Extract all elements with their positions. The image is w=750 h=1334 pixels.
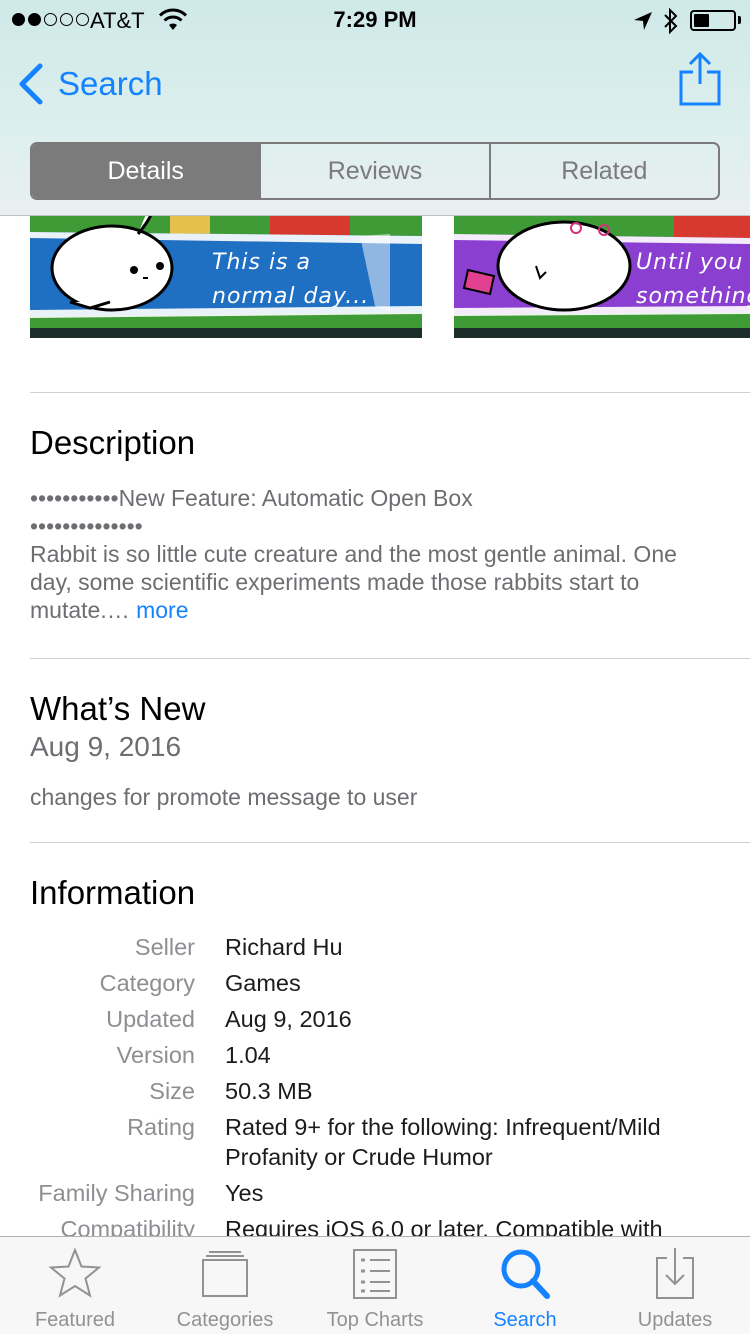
tab-bar: Featured Categories Top Charts Search Up…	[0, 1236, 750, 1334]
tab-search-label: Search	[493, 1309, 557, 1331]
whats-new-title: What’s New	[30, 690, 206, 727]
info-value: Richard Hu	[225, 934, 343, 960]
info-row-category: Category Games	[0, 968, 750, 998]
info-value: Yes	[225, 1180, 264, 1206]
description-body: Rabbit is so little cute creature and th…	[30, 541, 677, 623]
info-key: Seller	[134, 934, 195, 960]
description-line-2: ••••••••••••••	[30, 513, 143, 539]
divider	[30, 842, 750, 843]
tab-reviews[interactable]: Reviews	[259, 144, 488, 198]
info-row-size: Size 50.3 MB	[0, 1076, 750, 1106]
information-table: Seller Richard Hu Category Games Updated…	[0, 932, 750, 1250]
info-key: Version	[116, 1042, 195, 1068]
information-title: Information	[30, 874, 196, 911]
back-button[interactable]: Search	[14, 60, 163, 108]
description-title: Description	[30, 424, 196, 461]
info-key: Size	[149, 1078, 195, 1104]
star-icon	[48, 1247, 102, 1298]
bluetooth-icon	[664, 7, 678, 35]
divider	[30, 392, 750, 393]
whats-new-date: Aug 9, 2016	[30, 731, 182, 762]
more-link[interactable]: more	[136, 597, 188, 623]
back-button-label: Search	[58, 65, 163, 102]
description-line-1: •••••••••••New Feature: Automatic Open B…	[30, 485, 473, 511]
info-key: Family Sharing	[38, 1180, 195, 1206]
screenshot-gallery[interactable]: This is a normal day... Until you f some…	[0, 216, 750, 338]
share-icon[interactable]	[676, 50, 724, 108]
info-value: Rated 9+ for the following: Infrequent/M…	[225, 1114, 661, 1170]
info-key: Category	[99, 970, 195, 996]
tab-featured-label: Featured	[34, 1309, 116, 1331]
divider	[30, 658, 750, 659]
info-value: Games	[225, 970, 301, 996]
tab-top-charts-label: Top Charts	[326, 1309, 424, 1331]
battery-icon	[690, 10, 736, 31]
tab-updates-label: Updates	[637, 1309, 713, 1331]
screenshot-2-caption-line2: something	[636, 284, 750, 309]
tab-categories[interactable]: Categories	[150, 1237, 300, 1334]
tab-search[interactable]: Search	[450, 1237, 600, 1334]
description-text: •••••••••••New Feature: Automatic Open B…	[30, 484, 720, 624]
info-key: Updated	[106, 1006, 195, 1032]
tab-details[interactable]: Details	[32, 144, 260, 198]
info-value: 50.3 MB	[225, 1078, 313, 1104]
info-value: Aug 9, 2016	[225, 1006, 352, 1032]
search-icon	[501, 1249, 550, 1299]
info-key: Rating	[127, 1114, 195, 1140]
whats-new-text: changes for promote message to user	[30, 784, 418, 810]
screenshot-1-caption-line1: This is a	[212, 250, 311, 275]
tab-related[interactable]: Related	[488, 144, 718, 198]
info-row-version: Version 1.04	[0, 1040, 750, 1070]
chevron-left-icon	[19, 63, 43, 105]
tab-top-charts[interactable]: Top Charts	[300, 1237, 450, 1334]
screenshot-1-caption-line2: normal day...	[212, 284, 370, 309]
location-arrow-icon	[634, 12, 652, 30]
top-charts-icon	[353, 1249, 397, 1299]
segmented-control: Details Reviews Related	[30, 142, 720, 200]
info-row-updated: Updated Aug 9, 2016	[0, 1004, 750, 1034]
status-bar: AT&T 7:29 PM	[0, 0, 750, 40]
screenshot-2-caption-line1: Until you f	[636, 250, 750, 275]
tab-categories-label: Categories	[176, 1309, 274, 1331]
navigation-header: AT&T 7:29 PM Search Details Reviews Rela	[0, 0, 750, 216]
screenshot-2[interactable]: Until you f something	[454, 216, 750, 338]
info-row-seller: Seller Richard Hu	[0, 932, 750, 962]
info-row-family-sharing: Family Sharing Yes	[0, 1178, 750, 1208]
tab-updates[interactable]: Updates	[600, 1237, 750, 1334]
screenshot-1[interactable]: This is a normal day...	[30, 216, 422, 338]
info-row-rating: Rating Rated 9+ for the following: Infre…	[0, 1112, 750, 1172]
updates-icon	[656, 1248, 694, 1299]
tab-featured[interactable]: Featured	[0, 1237, 150, 1334]
categories-icon	[202, 1251, 248, 1297]
info-value: 1.04	[225, 1042, 271, 1068]
